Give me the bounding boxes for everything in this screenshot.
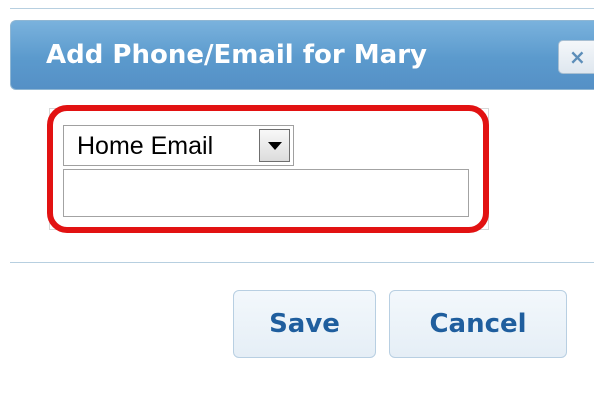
contact-type-value: Home Email bbox=[77, 132, 214, 160]
save-button[interactable]: Save bbox=[233, 290, 376, 358]
contact-value-input[interactable] bbox=[63, 169, 469, 217]
contact-type-select[interactable]: Home Email bbox=[63, 125, 294, 166]
chevron-down-icon bbox=[267, 141, 282, 150]
dialog-title: Add Phone/Email for Mary bbox=[46, 40, 427, 70]
cancel-button[interactable]: Cancel bbox=[389, 290, 567, 358]
close-button[interactable]: × bbox=[558, 40, 594, 74]
dropdown-button[interactable] bbox=[259, 129, 290, 162]
footer-divider bbox=[10, 262, 594, 263]
top-divider bbox=[10, 8, 594, 9]
close-icon: × bbox=[569, 45, 586, 69]
